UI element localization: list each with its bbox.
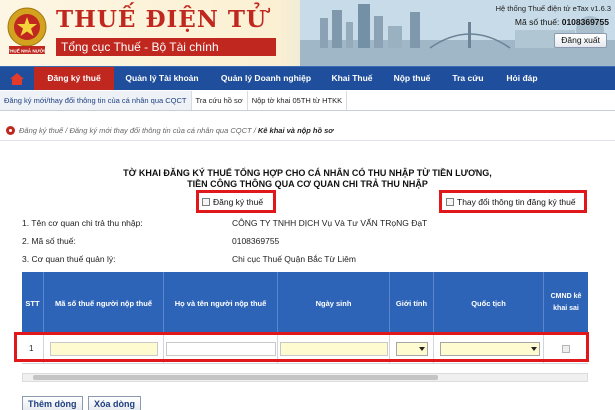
tax-authority-label: 3. Cơ quan thuế quản lý:: [22, 254, 116, 264]
main-nav: Đăng ký thuế Quản lý Tài khoản Quản lý D…: [0, 66, 615, 90]
logout-button[interactable]: Đăng xuất: [554, 33, 607, 48]
highlight-data-row: [14, 332, 589, 362]
grid-horizontal-scrollbar[interactable]: [22, 373, 588, 382]
nav-tra-cuu[interactable]: Tra cứu: [442, 67, 494, 90]
add-row-button[interactable]: Thêm dòng: [22, 396, 83, 410]
user-tax-id: Mã số thuế: 0108369755: [515, 17, 609, 27]
nav-dang-ky-thue[interactable]: Đăng ký thuế: [34, 67, 114, 90]
tax-id-value: 0108369755: [561, 17, 609, 27]
nav-khai-thue[interactable]: Khai Thuế: [322, 67, 382, 90]
subtab-dang-ky-moi[interactable]: Đăng ký mới/thay đổi thông tin của cá nh…: [0, 91, 192, 110]
subtab-nop-to-khai-05th[interactable]: Nộp tờ khai 05TH từ HTKK: [248, 91, 348, 110]
breadcrumb-current: Kê khai và nộp hồ sơ: [257, 125, 334, 135]
col-stt: STT: [22, 272, 44, 334]
register-tax-checkbox[interactable]: Đăng ký thuế: [202, 197, 263, 207]
form-title-line1: TỜ KHAI ĐĂNG KÝ THUẾ TỔNG HỢP CHO CÁ NHÂ…: [123, 168, 492, 178]
breadcrumb-item[interactable]: Đăng ký thuế: [19, 126, 63, 135]
delete-row-button[interactable]: Xóa dòng: [88, 396, 141, 410]
change-info-label: Thay đổi thông tin đăng ký thuế: [457, 197, 576, 207]
payer-tax-id-label: 2. Mã số thuế:: [22, 236, 76, 246]
site-title: THUẾ ĐIỆN TỬ: [56, 6, 268, 33]
payer-name-value: CÔNG TY TNHH DỊCH Vụ Và Tư VẤN TRọNG ĐạT: [232, 218, 428, 228]
change-info-checkbox[interactable]: Thay đổi thông tin đăng ký thuế: [446, 197, 576, 207]
sub-nav: Đăng ký mới/thay đổi thông tin của cá nh…: [0, 91, 615, 111]
checkbox-box[interactable]: [202, 198, 210, 206]
site-subtitle: Tổng cục Thuế - Bộ Tài chính: [56, 38, 276, 56]
col-cmnd-ke-khai-sai: CMND kê khai sai: [550, 293, 582, 312]
checkbox-box[interactable]: [446, 198, 454, 206]
form-title-line2: TIỀN CÔNG THÔNG QUA CƠ QUAN CHI TRẢ THU …: [187, 179, 428, 189]
nav-nop-thue[interactable]: Nộp thuế: [382, 67, 442, 90]
tax-authority-value: Chi cục Thuế Quận Bắc Từ Liêm: [232, 254, 356, 264]
breadcrumb-icon: [6, 125, 15, 135]
site-header: THUẾ NHÀ NƯỚC THUẾ ĐIỆN TỬ Tổng cục Thuế…: [0, 0, 615, 66]
col-ma-so-thue: Mã số thuế người nộp thuế: [44, 272, 164, 334]
nav-quan-ly-doanh-nghiep[interactable]: Quản lý Doanh nghiệp: [210, 67, 322, 90]
home-button[interactable]: [0, 67, 34, 90]
breadcrumb-item[interactable]: Đăng ký mới thay đổi thông tin của cá nh…: [69, 126, 251, 135]
nav-hoi-dap[interactable]: Hỏi đáp: [494, 67, 550, 90]
subtab-tra-cuu-ho-so[interactable]: Tra cứu hồ sơ: [192, 91, 248, 110]
payer-tax-id-value: 0108369755: [232, 236, 280, 246]
col-ngay-sinh: Ngày sinh: [278, 272, 390, 334]
home-icon: [10, 72, 24, 85]
national-emblem-logo: THUẾ NHÀ NƯỚC: [7, 7, 47, 54]
tax-id-label: Mã số thuế:: [514, 17, 560, 27]
breadcrumb: Đăng ký thuế / Đăng ký mới thay đổi thôn…: [6, 124, 333, 136]
grid-header: STT Mã số thuế người nộp thuế Họ và tên …: [22, 272, 588, 334]
payer-name-label: 1. Tên cơ quan chi trả thu nhập:: [22, 218, 143, 228]
scrollbar-thumb[interactable]: [33, 375, 438, 380]
col-ho-ten: Họ và tên người nộp thuế: [164, 272, 278, 334]
system-version: Hệ thống Thuế điện tử eTax v1.6.3: [495, 4, 611, 13]
nav-quan-ly-tai-khoan[interactable]: Quản lý Tài khoản: [114, 67, 210, 90]
register-tax-label: Đăng ký thuế: [213, 197, 264, 207]
svg-text:THUẾ NHÀ NƯỚC: THUẾ NHÀ NƯỚC: [7, 47, 47, 54]
col-quoc-tich: Quốc tịch: [434, 272, 544, 334]
col-gioi-tinh: Giới tính: [390, 272, 434, 334]
